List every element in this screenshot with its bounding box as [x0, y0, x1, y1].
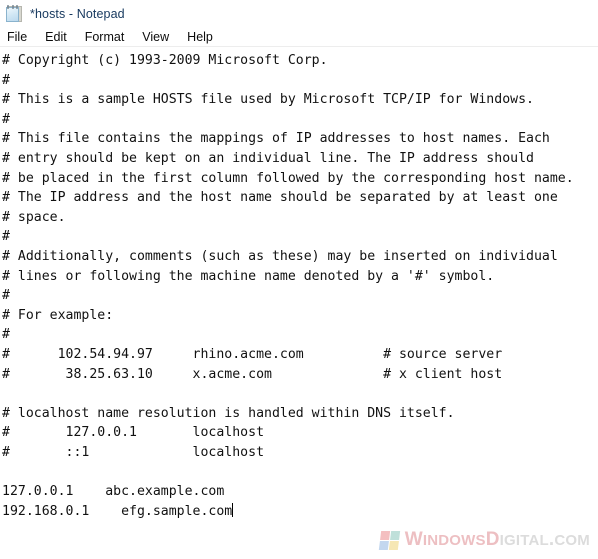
- editor-line: # This is a sample HOSTS file used by Mi…: [2, 92, 534, 108]
- editor-line: #: [2, 327, 10, 343]
- editor-line: 192.168.0.1 efg.sample.com: [2, 502, 234, 519]
- editor-line: # space.: [2, 209, 66, 225]
- editor-line: 127.0.0.1 abc.example.com: [2, 484, 225, 500]
- menu-item-format[interactable]: Format: [85, 28, 134, 46]
- window-title: *hosts - Notepad: [30, 7, 125, 21]
- editor-line: # Additionally, comments (such as these)…: [2, 248, 558, 264]
- notepad-icon: [6, 5, 23, 23]
- title-bar: *hosts - Notepad: [0, 0, 598, 28]
- editor-line: # For example:: [2, 307, 114, 323]
- editor-line: # ::1 localhost: [2, 444, 265, 460]
- editor-line: #: [2, 288, 10, 304]
- editor-line: # 127.0.0.1 localhost: [2, 425, 265, 441]
- editor-line: #: [2, 111, 10, 127]
- text-editor-area[interactable]: # Copyright (c) 1993-2009 Microsoft Corp…: [0, 47, 598, 559]
- editor-line: # The IP address and the host name shoul…: [2, 190, 558, 206]
- hosts-file-content[interactable]: # Copyright (c) 1993-2009 Microsoft Corp…: [2, 51, 598, 521]
- editor-line: # lines or following the machine name de…: [2, 268, 495, 284]
- editor-line: # 102.54.94.97 rhino.acme.com # source s…: [2, 346, 503, 362]
- menu-item-edit[interactable]: Edit: [45, 28, 76, 46]
- menu-item-file[interactable]: File: [7, 28, 36, 46]
- text-caret: [232, 502, 234, 517]
- menu-bar: File Edit Format View Help: [0, 28, 598, 46]
- editor-line: # localhost name resolution is handled w…: [2, 405, 455, 421]
- notepad-window: *hosts - Notepad File Edit Format View H…: [0, 0, 598, 559]
- editor-line: #: [2, 229, 10, 245]
- editor-line: # entry should be kept on an individual …: [2, 150, 534, 166]
- editor-line: # Copyright (c) 1993-2009 Microsoft Corp…: [2, 53, 328, 68]
- editor-line: # 38.25.63.10 x.acme.com # x client host: [2, 366, 503, 382]
- menu-item-help[interactable]: Help: [187, 28, 222, 46]
- menu-item-view[interactable]: View: [142, 28, 178, 46]
- editor-line: # This file contains the mappings of IP …: [2, 131, 550, 147]
- editor-line: # be placed in the first column followed…: [2, 170, 574, 186]
- editor-line: #: [2, 72, 10, 88]
